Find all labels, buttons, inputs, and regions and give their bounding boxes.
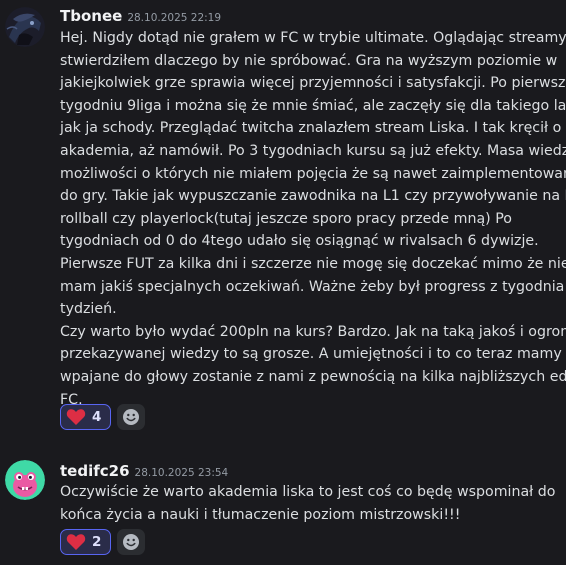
- heart-reaction-button[interactable]: 2: [60, 529, 111, 555]
- avatar-pink-creature-icon: [5, 460, 45, 500]
- message-line: stwierdziłem dlaczego by nie spróbować. …: [60, 52, 558, 69]
- message-header: Tbonee 28.10.2025 22:19: [60, 6, 221, 25]
- message-line: do gry. Takie jak wypuszczanie zawodnika…: [60, 188, 566, 205]
- message-header: tedifc26 28.10.2025 23:54: [60, 461, 228, 480]
- message-line: tydzień.: [60, 301, 117, 318]
- message-line: Oczywiście że warto akademia liska to je…: [60, 484, 556, 500]
- chat-message: Tbonee 28.10.2025 22:19 Hej. Nigdy dotąd …: [0, 0, 566, 440]
- user-avatar[interactable]: [5, 7, 45, 47]
- message-line: przekazywanej wiedzy to są grosze. A umi…: [60, 346, 562, 363]
- message-line: końca życia a nauki i tłumaczenie poziom…: [60, 506, 461, 523]
- add-reaction-button[interactable]: [117, 404, 145, 430]
- reactions-bar: 4: [60, 404, 145, 430]
- message-line: mam jakiś specjalnych oczekiwań. Ważne ż…: [60, 278, 566, 295]
- message-line: rollball czy playerlock(tutaj jeszcze sp…: [60, 210, 512, 227]
- message-line: wpajane do głowy zostanie z nami z pewno…: [60, 368, 566, 385]
- heart-icon: [66, 534, 86, 550]
- message-line: Pierwsze FUT za kilka dni i szczerze nie…: [60, 255, 566, 272]
- reaction-count: 2: [92, 534, 102, 550]
- message-line: Hej. Nigdy dotąd nie grałem w FC w trybi…: [60, 30, 566, 46]
- author-name[interactable]: tedifc26: [60, 462, 130, 480]
- smiley-icon: [123, 409, 139, 425]
- message-timestamp: 28.10.2025 22:19: [127, 12, 222, 24]
- add-reaction-button[interactable]: [117, 529, 145, 555]
- message-content: Oczywiście że warto akademia liska to je…: [60, 481, 560, 526]
- message-line: tygodniach od 0 do 4tego udało się osiąg…: [60, 233, 539, 250]
- message-line: możliwości o których nie miałem pojęcia …: [60, 165, 566, 182]
- message-line: tygodniu 9liga i można się że mnie śmiać…: [60, 97, 566, 114]
- message-line: Czy warto było wydać 200pln na kurs? Bar…: [60, 323, 566, 340]
- reaction-count: 4: [92, 409, 102, 425]
- smiley-icon: [123, 534, 139, 550]
- user-avatar[interactable]: [5, 460, 45, 500]
- message-line: jakiejkolwiek grze sprawia więcej przyje…: [60, 75, 566, 92]
- author-name[interactable]: Tbonee: [60, 7, 122, 25]
- chat-message: tedifc26 28.10.2025 23:54 Oczywiście że w…: [0, 452, 566, 565]
- avatar-dark-figure-icon: [5, 7, 45, 47]
- message-line: akademia, aż namówił. Po 3 tygodniach ku…: [60, 142, 566, 159]
- message-line: jak ja schody. Przeglądać twitcha znalaz…: [60, 120, 566, 137]
- reactions-bar: 2: [60, 529, 145, 555]
- message-timestamp: 28.10.2025 23:54: [134, 467, 229, 479]
- message-content: Hej. Nigdy dotąd nie grałem w FC w trybi…: [60, 27, 566, 411]
- heart-icon: [66, 409, 86, 425]
- heart-reaction-button[interactable]: 4: [60, 404, 111, 430]
